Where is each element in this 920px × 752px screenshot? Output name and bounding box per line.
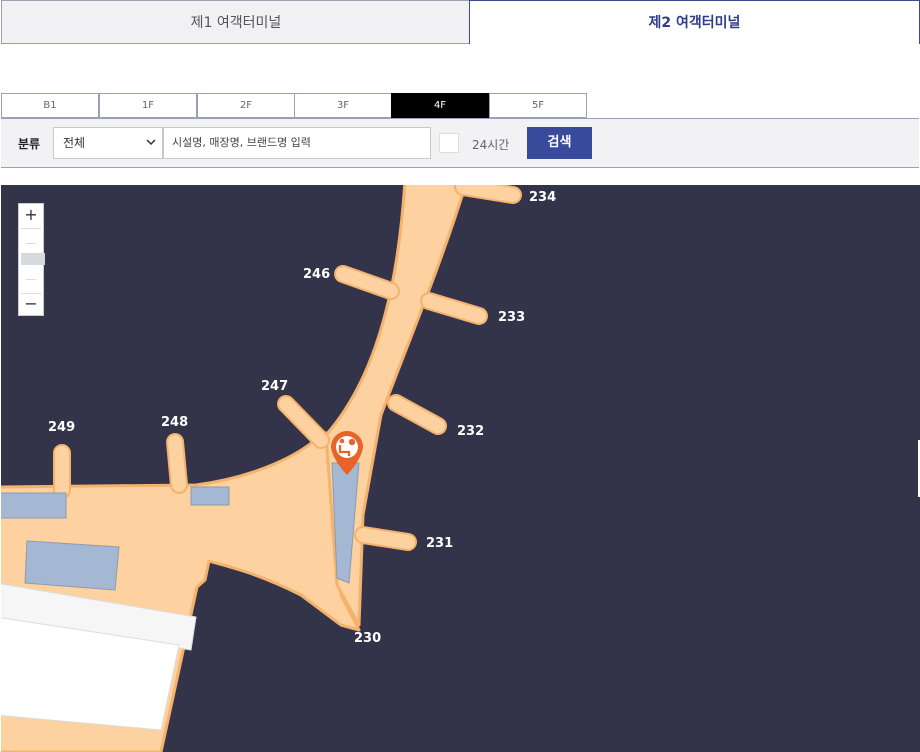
gate-label: 248 [161, 415, 188, 430]
floor-tab-b1[interactable]: B1 [1, 93, 99, 118]
category-select-value: 전체 [63, 136, 86, 150]
search-input[interactable]: 시설명, 매장명, 브랜드명 입력 [163, 127, 431, 159]
tab-terminal-1[interactable]: 제1 여객터미널 [1, 0, 470, 44]
terminal-tabs: 제1 여객터미널 제2 여객터미널 [0, 0, 920, 46]
floor-tab-4f[interactable]: 4F [391, 93, 489, 118]
tab-terminal-2[interactable]: 제2 여객터미널 [469, 0, 920, 44]
map-canvas: 234 246 233 247 232 249 248 231 230 [1, 185, 556, 752]
floor-tab-1f[interactable]: 1F [99, 93, 197, 118]
facility-block [1, 492, 67, 519]
24h-checkbox-label: 24시간 [472, 138, 510, 152]
terminal-map[interactable]: 234 246 233 247 232 249 248 231 230 + − [1, 185, 920, 752]
category-select[interactable]: 전체 [53, 127, 163, 159]
gate-label: 232 [457, 424, 484, 439]
zoom-in-button[interactable]: + [19, 204, 43, 226]
zoom-tick [26, 243, 36, 244]
24h-checkbox[interactable] [439, 133, 459, 153]
zoom-tick [26, 279, 36, 280]
gate-label: 231 [426, 536, 453, 551]
category-label: 분류 [18, 137, 41, 151]
zoom-control: + − [18, 203, 45, 316]
zoom-slider-track[interactable] [21, 228, 45, 294]
floor-tab-5f[interactable]: 5F [489, 93, 587, 118]
floor-tab-3f[interactable]: 3F [294, 93, 392, 118]
facility-block [190, 486, 230, 506]
filter-bar: 분류 전체 시설명, 매장명, 브랜드명 입력 24시간 검색 [1, 118, 919, 168]
gate-label: 247 [261, 379, 288, 394]
zoom-out-button[interactable]: − [19, 293, 43, 315]
chevron-down-icon [146, 128, 156, 169]
search-button[interactable]: 검색 [527, 127, 592, 159]
floor-tab-2f[interactable]: 2F [197, 93, 295, 118]
gate-label: 230 [354, 631, 381, 646]
gate-label: 246 [303, 267, 330, 282]
gate-label: 233 [498, 310, 525, 325]
facility-block [24, 540, 120, 591]
gate-label: 249 [48, 420, 75, 435]
zoom-slider-thumb[interactable] [21, 253, 45, 265]
gate-label: 234 [529, 190, 556, 205]
